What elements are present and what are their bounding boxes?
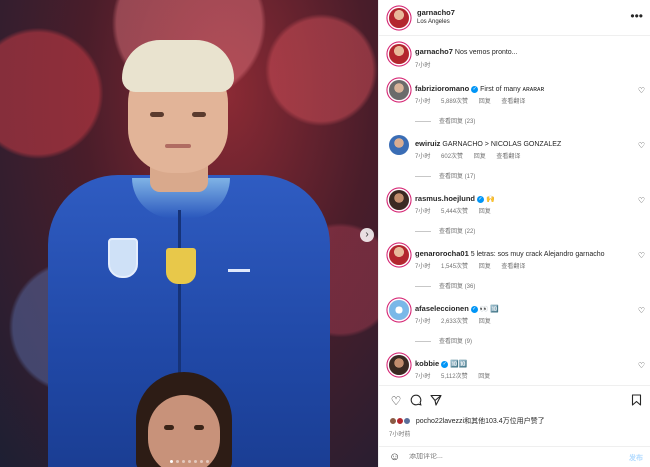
emoji-icon[interactable]: ☺ [389, 451, 400, 463]
see-translation-button[interactable]: 查看翻译 [496, 154, 520, 160]
more-horizontal-icon[interactable]: ••• [630, 9, 643, 23]
carousel-dot-active [170, 460, 173, 463]
carousel-dots [170, 460, 209, 463]
view-replies-button[interactable]: 查看回复 (9) [415, 336, 472, 345]
child-eye-right [194, 425, 204, 430]
carousel-dot [182, 460, 185, 463]
reply-button[interactable]: 回复 [479, 99, 491, 105]
like-comment-heart-icon[interactable]: ♡ [638, 86, 645, 95]
reply-button[interactable]: 回复 [479, 319, 491, 325]
author-username[interactable]: garnacho7 [417, 8, 455, 17]
comment-time: 7小时 [415, 154, 431, 160]
like-comment-heart-icon[interactable]: ♡ [638, 251, 645, 260]
comment-time: 7小时 [415, 209, 431, 215]
comment-text: First of many ᴀʀᴀʀᴀʀ [480, 86, 545, 93]
comment-time: 7小时 [415, 374, 431, 380]
afa-crest [108, 238, 138, 278]
reply-button[interactable]: 回复 [478, 374, 490, 380]
player-eye-right [192, 112, 206, 117]
like-comment-heart-icon[interactable]: ♡ [638, 196, 645, 205]
comment-box: ☺ 发布 [379, 446, 650, 467]
liked-by-text[interactable]: pocho22lavezzi和其他103.4万位用户赞了 [416, 418, 545, 425]
post-location[interactable]: Los Angeles [417, 19, 450, 25]
caption-time: 7小时 [415, 63, 431, 69]
bookmark-icon[interactable] [629, 394, 643, 408]
post-actions: ♡ pocho22lavezzi和其他103.4万位用户赞了 7小时前 ☺ 发布 [379, 385, 650, 467]
comment-text: 👀 🔟 [479, 306, 500, 313]
verified-badge-icon: ✓ [471, 85, 479, 93]
comment-likes[interactable]: 5,889次赞 [441, 99, 468, 105]
comment-likes[interactable]: 1,545次赞 [441, 264, 468, 270]
liked-by-row[interactable]: pocho22lavezzi和其他103.4万位用户赞了 [389, 416, 545, 426]
comment-time: 7小时 [415, 319, 431, 325]
comment-likes[interactable]: 602次赞 [441, 154, 463, 160]
reply-button[interactable]: 回复 [474, 154, 486, 160]
carousel-dot [176, 460, 179, 463]
view-replies-button[interactable]: 查看回复 (22) [415, 226, 475, 235]
like-comment-heart-icon[interactable]: ♡ [638, 306, 645, 315]
carousel-dot [188, 460, 191, 463]
comment-username[interactable]: rasmus.hoejlund [415, 194, 475, 203]
player-mouth [165, 144, 191, 148]
comment-avatar[interactable] [389, 245, 409, 265]
comment-username[interactable]: genarorocha01 [415, 249, 469, 258]
caption-text: Nos vemos pronto... [454, 49, 518, 56]
see-translation-button[interactable]: 查看翻译 [501, 264, 525, 270]
child-eye-left [164, 425, 174, 430]
comment-likes[interactable]: 5,444次赞 [441, 209, 468, 215]
post-timestamp[interactable]: 7小时前 [389, 429, 410, 438]
carousel-dot [194, 460, 197, 463]
author-avatar[interactable] [389, 8, 409, 28]
comment-avatar[interactable] [389, 300, 409, 320]
comment-time: 7小时 [415, 264, 431, 270]
carousel-dot [206, 460, 209, 463]
player-eye-left [150, 112, 164, 117]
view-replies-button[interactable]: 查看回复 (17) [415, 171, 475, 180]
view-replies-button[interactable]: 查看回复 (23) [415, 116, 475, 125]
comment-input[interactable] [409, 453, 609, 460]
comment-avatar[interactable] [389, 135, 409, 155]
next-image-icon[interactable]: › [360, 228, 374, 242]
champion-badge [166, 248, 196, 284]
comment-avatar[interactable] [389, 190, 409, 210]
player-hair [122, 40, 234, 92]
comment-username[interactable]: afaseleccionen [415, 304, 469, 313]
comment-avatar[interactable] [389, 80, 409, 100]
comment-username[interactable]: ewiruiz [415, 139, 440, 148]
comment-text: 5 letras: sos muy crack Alejandro garnac… [470, 251, 605, 258]
brand-logo [228, 258, 250, 272]
liker-avatar [402, 417, 411, 426]
view-replies-button[interactable]: 查看回复 (36) [415, 281, 475, 290]
post-comment-button[interactable]: 发布 [629, 453, 643, 463]
comment-likes[interactable]: 2,633次赞 [441, 319, 468, 325]
reply-button[interactable]: 回复 [479, 264, 491, 270]
post-side-panel: garnacho7 Los Angeles ••• garnacho7 Nos … [378, 0, 650, 467]
see-translation-button[interactable]: 查看翻译 [501, 99, 525, 105]
verified-badge-icon: ✓ [477, 195, 485, 203]
comment-username[interactable]: fabrizioromano [415, 84, 469, 93]
comment-text: 🔟🔟 [450, 361, 468, 368]
comment-time: 7小时 [415, 99, 431, 105]
verified-badge-icon: ✓ [441, 360, 449, 368]
comment-avatar[interactable] [389, 355, 409, 375]
share-icon[interactable] [429, 394, 443, 408]
comment-text: 🙌 [485, 196, 495, 203]
verified-badge-icon: ✓ [470, 305, 478, 313]
comment-username[interactable]: kobbie [415, 359, 439, 368]
like-heart-icon[interactable]: ♡ [389, 394, 403, 408]
comment-likes[interactable]: 5,112次赞 [441, 374, 468, 380]
comment-text: GARNACHO > NICOLAS GONZALEZ [442, 141, 562, 148]
comment-icon[interactable] [409, 394, 423, 408]
carousel-dot [200, 460, 203, 463]
caption-avatar[interactable] [389, 44, 409, 64]
reply-button[interactable]: 回复 [479, 209, 491, 215]
like-comment-heart-icon[interactable]: ♡ [638, 141, 645, 150]
caption-username[interactable]: garnacho7 [415, 47, 453, 56]
child-face [148, 395, 220, 467]
post-header: garnacho7 Los Angeles ••• [379, 0, 650, 36]
like-comment-heart-icon[interactable]: ♡ [638, 361, 645, 370]
post-photo[interactable]: › [0, 0, 378, 467]
